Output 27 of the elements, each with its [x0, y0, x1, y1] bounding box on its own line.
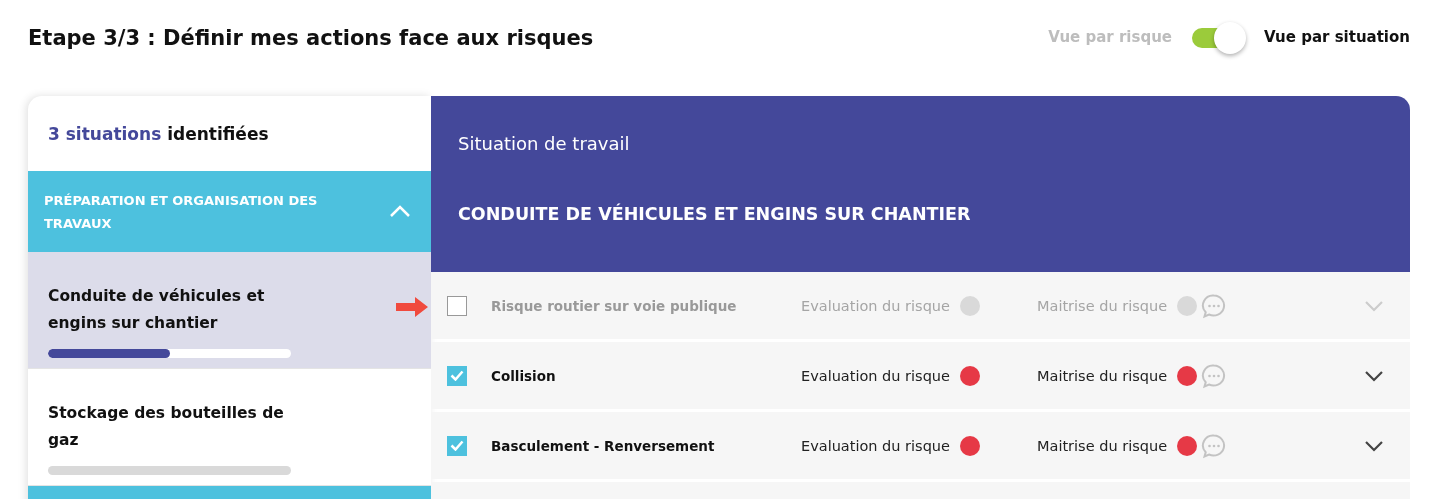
risk-label: Collision	[491, 367, 557, 384]
arrow-icon	[395, 296, 429, 318]
situation-count: 3 situations identifiées	[47, 122, 270, 146]
control-label: Maitrise du risque	[1037, 367, 1168, 384]
view-switch[interactable]	[1190, 21, 1247, 53]
control-label: Maitrise du risque	[1037, 297, 1168, 314]
situation-item[interactable]: Conduite de véhicules et engins sur chantier	[28, 252, 431, 369]
panel-subtitle: Situation de travail	[458, 133, 631, 154]
checkbox[interactable]	[447, 435, 467, 456]
evaluation-label: Evaluation du risque	[801, 367, 950, 384]
comment-icon[interactable]	[1201, 362, 1228, 389]
checkbox[interactable]	[447, 295, 467, 316]
control-label: Maitrise du risque	[1037, 437, 1168, 454]
situation-item[interactable]: Stockage des bouteilles de gaz	[28, 369, 431, 486]
chevron-down-icon[interactable]	[1364, 369, 1384, 382]
chevron-down-icon[interactable]	[1364, 439, 1384, 452]
evaluation-label: Evaluation du risque	[801, 437, 950, 454]
checkbox[interactable]	[447, 365, 467, 386]
toggle-label: Vue par situation	[1264, 28, 1410, 46]
risk-label: Risque routier sur voie publique	[491, 297, 738, 314]
panel-heading: CONDUITE DE VÉHICULES ET ENGINS SUR CHANTIER	[458, 204, 972, 224]
toggle-label: Vue par risque	[1048, 28, 1173, 46]
risk-label: Basculement - Renversement	[491, 437, 716, 454]
comment-icon[interactable]	[1201, 292, 1228, 319]
evaluation-label: Evaluation du risque	[801, 297, 950, 314]
page-title: Etape 3/3 : Définir mes actions face aux risques	[28, 25, 594, 50]
comment-icon[interactable]	[1201, 432, 1228, 459]
